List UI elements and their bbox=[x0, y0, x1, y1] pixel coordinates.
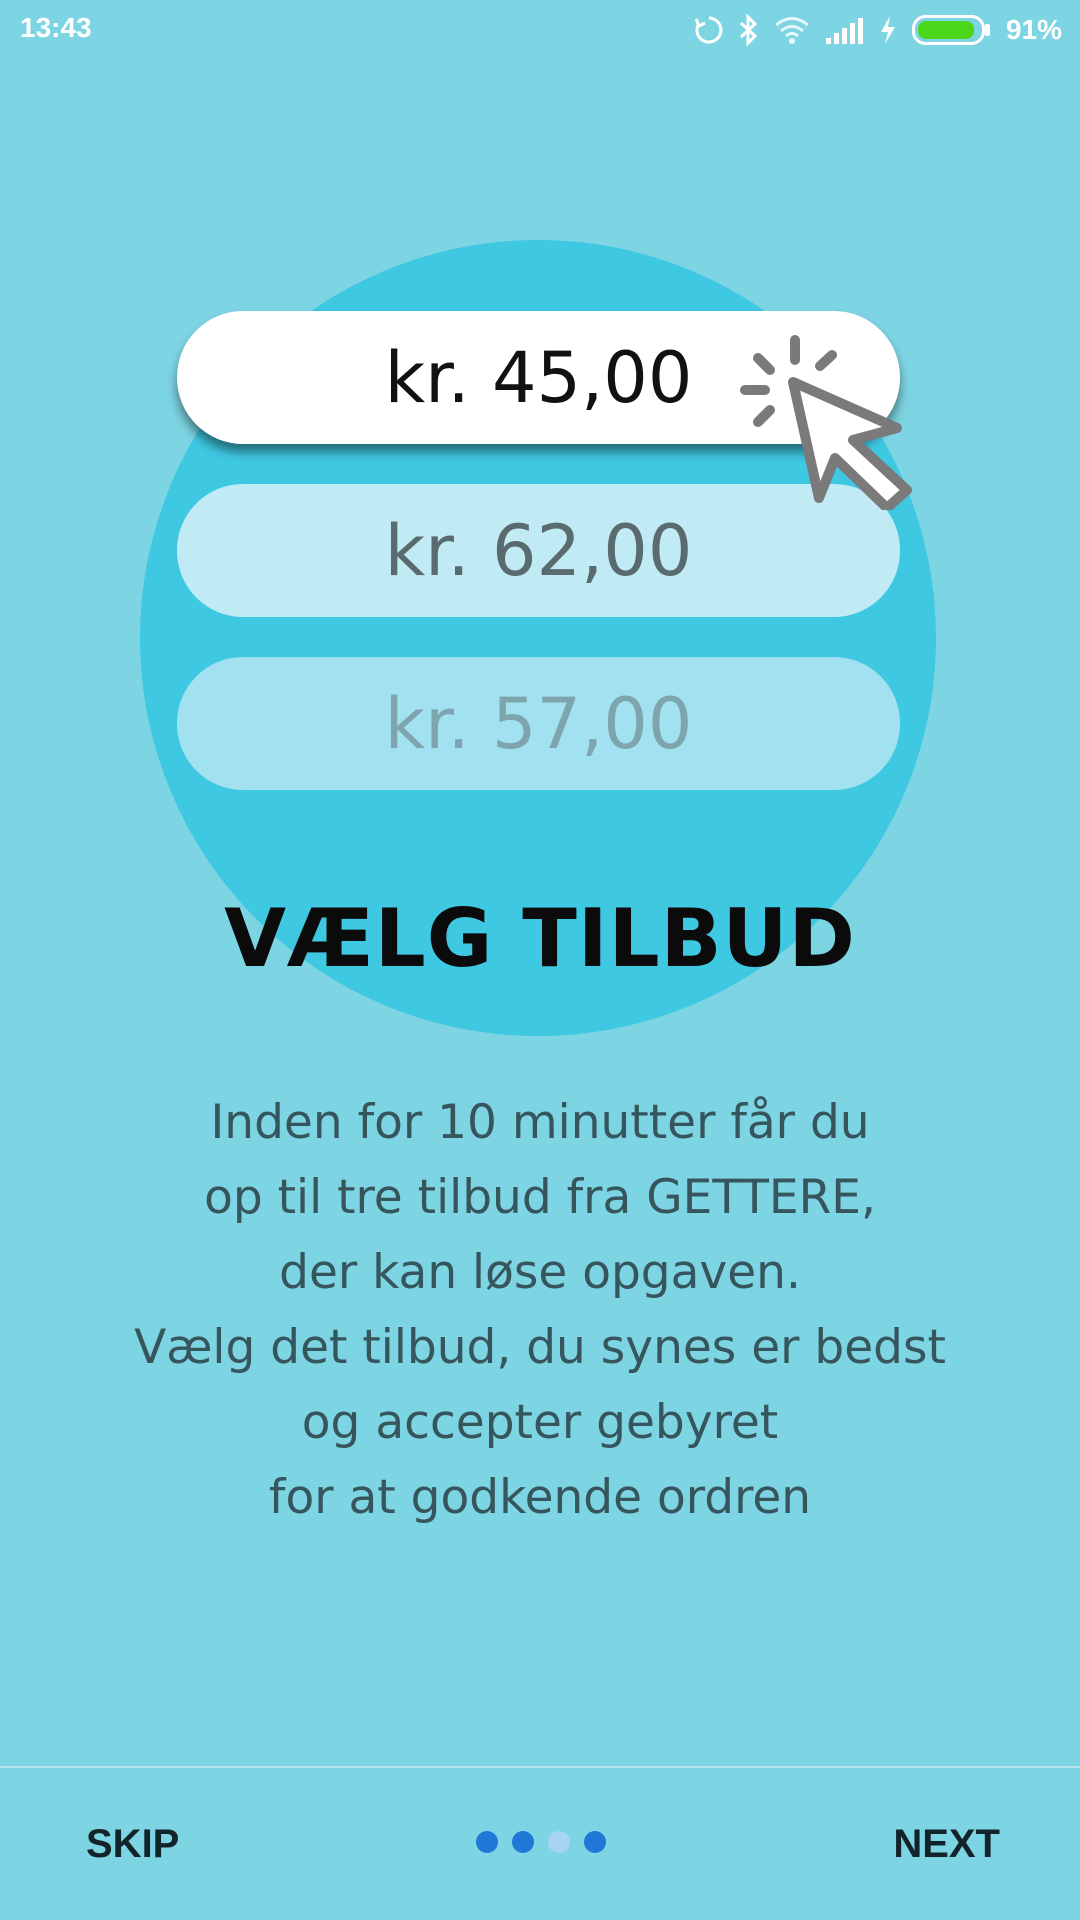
status-bar: 13:43 91% bbox=[0, 0, 1080, 60]
description-line: og accepter gebyret bbox=[301, 1395, 779, 1450]
description-line: op til tre tilbud fra GETTERE, bbox=[204, 1170, 876, 1225]
description-line: Vælg det tilbud, du synes er bedst bbox=[134, 1320, 946, 1375]
signal-icon bbox=[824, 16, 864, 44]
page-dot-3[interactable] bbox=[548, 1831, 570, 1853]
next-button[interactable]: NEXT bbox=[893, 1822, 1000, 1867]
page-title: VÆLG TILBUD bbox=[224, 892, 856, 985]
sync-icon bbox=[694, 15, 724, 45]
description-line: der kan løse opgaven. bbox=[279, 1245, 801, 1300]
status-icons: 91% bbox=[694, 10, 1062, 50]
page-dot-4[interactable] bbox=[584, 1831, 606, 1853]
battery-percent: 91% bbox=[1005, 14, 1062, 45]
page-dot-2[interactable] bbox=[512, 1831, 534, 1853]
description: Inden for 10 minutter får du op til tre … bbox=[40, 1085, 1040, 1535]
page-dot-1[interactable] bbox=[476, 1831, 498, 1853]
battery-icon bbox=[911, 15, 992, 45]
bluetooth-icon bbox=[738, 14, 760, 46]
skip-button[interactable]: SKIP bbox=[86, 1822, 179, 1867]
page-indicator bbox=[476, 1831, 606, 1853]
click-cursor-icon bbox=[735, 330, 915, 514]
wifi-icon bbox=[774, 16, 810, 44]
charging-icon bbox=[878, 15, 898, 45]
offer-option-3[interactable]: kr. 57,00 bbox=[177, 657, 900, 790]
description-line: Inden for 10 minutter får du bbox=[210, 1095, 870, 1150]
description-line: for at godkende ordren bbox=[268, 1470, 812, 1525]
status-time: 13:43 bbox=[20, 12, 92, 43]
footer-divider bbox=[0, 1766, 1080, 1768]
